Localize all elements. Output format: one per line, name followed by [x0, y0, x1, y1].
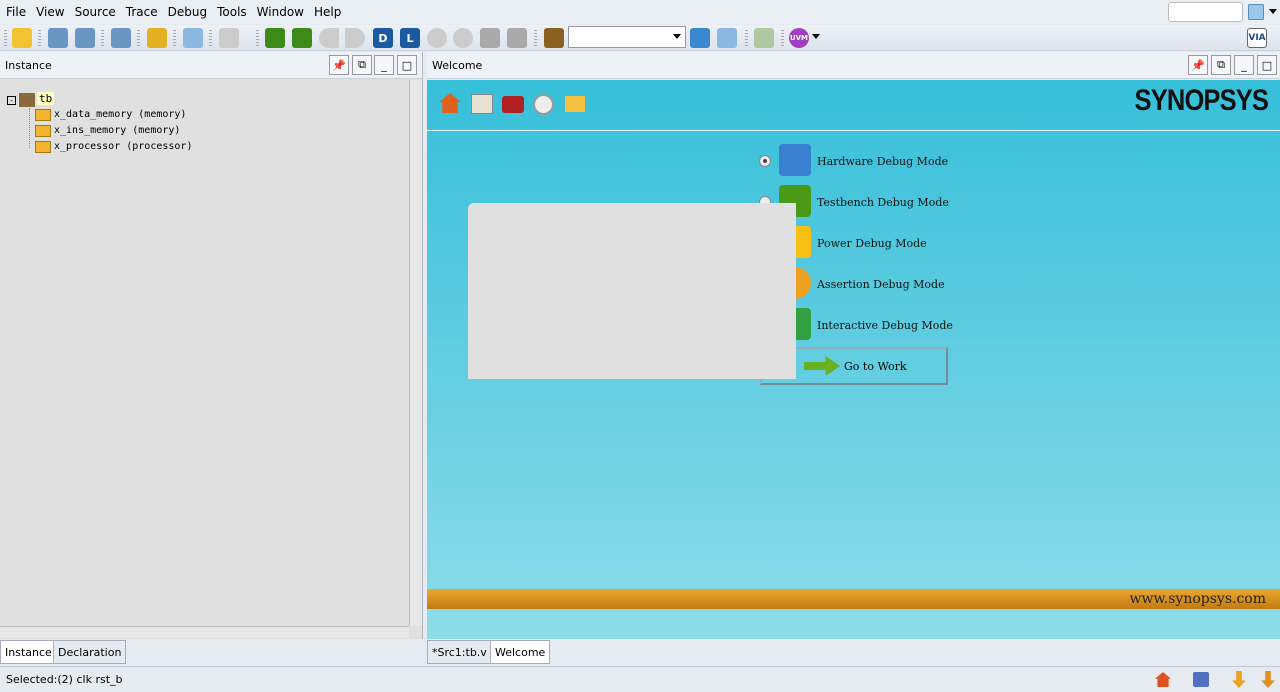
- layout-icon[interactable]: [1193, 672, 1209, 687]
- menu-help[interactable]: Help: [314, 5, 341, 19]
- undock-icon[interactable]: ⧉: [1211, 55, 1231, 75]
- waveform-icon[interactable]: [48, 28, 68, 48]
- status-bar: Selected:(2) clk rst_b: [0, 666, 1280, 692]
- hardware-debug-icon: [779, 144, 811, 176]
- find-icon[interactable]: [690, 28, 710, 48]
- find-next-icon[interactable]: [717, 28, 737, 48]
- mode-label-power[interactable]: Power Debug Mode: [817, 237, 927, 250]
- tab-declaration[interactable]: Declaration: [53, 640, 127, 664]
- mode-label-assertion[interactable]: Assertion Debug Mode: [817, 278, 945, 291]
- download-icon[interactable]: [1232, 671, 1246, 688]
- vertical-scrollbar[interactable]: [409, 80, 422, 626]
- via-button[interactable]: VIA: [1247, 28, 1267, 48]
- search-icon[interactable]: [1248, 4, 1264, 20]
- divider: [427, 130, 1280, 131]
- clock-icon[interactable]: [533, 94, 554, 115]
- add-table-icon[interactable]: [754, 28, 774, 48]
- toolbox-icon[interactable]: [502, 96, 524, 113]
- download-all-icon[interactable]: [1261, 671, 1275, 688]
- up-icon[interactable]: [427, 28, 447, 48]
- instance-pane: Instance 📌 ⧉ _ □ - tb x_data_memory (mem…: [0, 52, 423, 639]
- welcome-pane: Welcome 📌 ⧉ _ □ SYNOPSYS Hardware Debug …: [427, 52, 1280, 639]
- arrow-right-icon: [804, 356, 840, 376]
- home-icon[interactable]: [439, 93, 461, 113]
- horizontal-scrollbar[interactable]: [0, 626, 409, 638]
- news-icon[interactable]: [471, 94, 493, 114]
- status-text: Selected:(2) clk rst_b: [6, 673, 123, 686]
- tree-item[interactable]: x_ins_memory (memory): [54, 125, 180, 136]
- mode-radio-hardware[interactable]: [759, 155, 771, 167]
- maximize-button[interactable]: □: [1257, 55, 1277, 75]
- collapse-icon[interactable]: -: [7, 96, 16, 105]
- global-search-input[interactable]: [1168, 2, 1243, 22]
- open-file-icon[interactable]: [147, 28, 167, 48]
- minimize-button[interactable]: _: [374, 55, 394, 75]
- tree-root-tb[interactable]: tb: [37, 92, 55, 105]
- undock-icon[interactable]: ⧉: [352, 55, 372, 75]
- instance-folder-icon: [35, 141, 51, 153]
- menu-bar: File View Source Trace Debug Tools Windo…: [0, 0, 1280, 24]
- edit-icon[interactable]: [183, 28, 203, 48]
- trace-load-icon[interactable]: [265, 28, 285, 48]
- load-l-button[interactable]: L: [400, 28, 420, 48]
- menu-file[interactable]: File: [6, 5, 26, 19]
- forward-arrow-icon[interactable]: [345, 28, 365, 48]
- open-folder-icon[interactable]: [565, 96, 585, 112]
- hierarchy-up-icon[interactable]: [480, 28, 500, 48]
- home-status-icon[interactable]: [1155, 672, 1171, 687]
- driver-d-button[interactable]: D: [373, 28, 393, 48]
- mode-label-interactive[interactable]: Interactive Debug Mode: [817, 319, 953, 332]
- tab-welcome[interactable]: Welcome: [490, 640, 551, 664]
- pin-icon[interactable]: 📌: [1188, 55, 1208, 75]
- instance-folder-icon: [35, 125, 51, 137]
- maximize-button[interactable]: □: [397, 55, 417, 75]
- down-icon[interactable]: [453, 28, 473, 48]
- pin-icon[interactable]: 📌: [329, 55, 349, 75]
- minimize-button[interactable]: _: [1234, 55, 1254, 75]
- back-arrow-icon[interactable]: [319, 28, 339, 48]
- tab-src1[interactable]: *Src1:tb.v: [427, 640, 492, 664]
- search-dropdown-icon[interactable]: [1269, 9, 1277, 18]
- mode-label-testbench[interactable]: Testbench Debug Mode: [817, 196, 949, 209]
- uvm-dropdown-icon[interactable]: [812, 34, 820, 43]
- bookmark-icon[interactable]: [544, 28, 564, 48]
- synopsys-logo: SYNOPSYS: [1134, 84, 1268, 117]
- hierarchy-down-icon[interactable]: [507, 28, 527, 48]
- uvm-button[interactable]: UVM: [789, 28, 809, 48]
- menu-trace[interactable]: Trace: [126, 5, 158, 19]
- schematic-icon[interactable]: [75, 28, 95, 48]
- state-machine-icon[interactable]: [111, 28, 131, 48]
- menu-tools[interactable]: Tools: [217, 5, 247, 19]
- menu-view[interactable]: View: [36, 5, 64, 19]
- mode-label-hardware[interactable]: Hardware Debug Mode: [817, 155, 948, 168]
- find-combo[interactable]: [568, 26, 686, 48]
- tree-item[interactable]: x_processor (processor): [54, 141, 192, 152]
- go-to-work-label: Go to Work: [844, 359, 907, 373]
- synopsys-url-link[interactable]: www.synopsys.com: [1129, 591, 1266, 607]
- tree-line: [29, 108, 30, 148]
- instance-folder-icon: [35, 109, 51, 121]
- trace-driver-icon[interactable]: [292, 28, 312, 48]
- welcome-pane-header: Welcome: [427, 52, 1280, 79]
- popup-overlay: [468, 203, 796, 379]
- welcome-page: SYNOPSYS Hardware Debug Mode Testbench D…: [427, 80, 1280, 639]
- menu-debug[interactable]: Debug: [168, 5, 207, 19]
- tab-instance[interactable]: Instance: [0, 640, 57, 664]
- menu-window[interactable]: Window: [257, 5, 304, 19]
- tree-item[interactable]: x_data_memory (memory): [54, 109, 186, 120]
- report-icon[interactable]: [219, 28, 239, 48]
- menu-source[interactable]: Source: [75, 5, 116, 19]
- open-folder-icon[interactable]: [12, 28, 32, 48]
- module-icon: [19, 93, 35, 107]
